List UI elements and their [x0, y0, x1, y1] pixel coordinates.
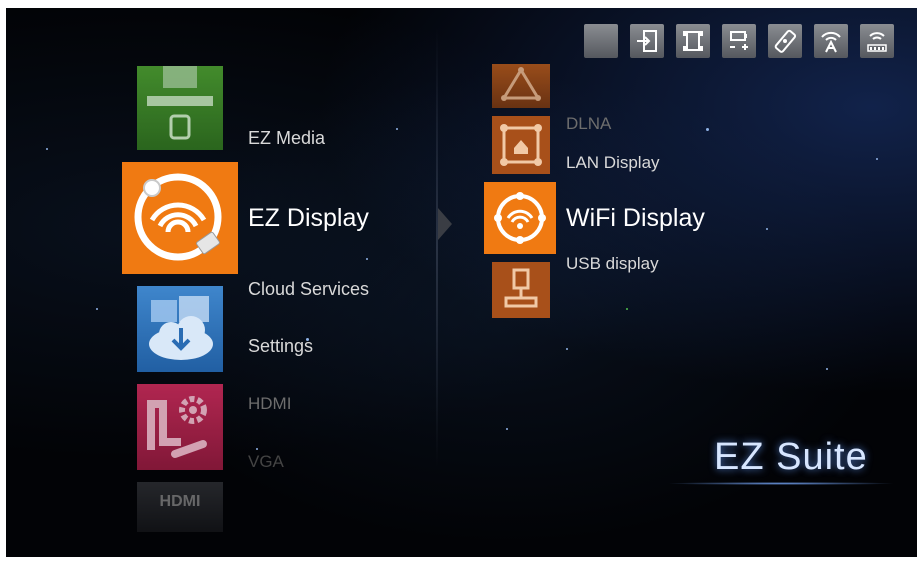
ez-display-wifi-icon [134, 173, 222, 261]
lan-display-icon [500, 124, 542, 166]
blank-icon[interactable] [584, 24, 618, 58]
dlna-tile[interactable] [492, 64, 550, 108]
settings-wrench-icon [147, 396, 207, 458]
menu-item-ez-display[interactable]: EZ Display [248, 204, 369, 233]
star [706, 128, 709, 131]
star [46, 148, 48, 150]
screen: HDMI EZ Media EZ Display Cloud Services … [6, 8, 917, 557]
usb-display-tile[interactable] [492, 262, 550, 318]
star [396, 128, 398, 130]
menu-item-cloud-services[interactable]: Cloud Services [248, 279, 369, 300]
cloud-services-tile[interactable] [137, 286, 223, 372]
star [256, 448, 258, 450]
menu-item-vga[interactable]: VGA [248, 452, 284, 472]
menu-item-lan-display[interactable]: LAN Display [566, 153, 660, 173]
star [826, 368, 828, 370]
cloud-services-icon [149, 296, 213, 360]
hdmi-icon: HDMI [160, 493, 201, 510]
ez-display-tile[interactable] [122, 162, 238, 274]
star [766, 228, 768, 230]
hdmi-tile[interactable]: HDMI [137, 482, 223, 532]
wifi-antenna-icon[interactable] [814, 24, 848, 58]
star [96, 308, 98, 310]
menu-item-hdmi[interactable]: HDMI [248, 394, 291, 414]
lan-display-tile[interactable] [492, 116, 550, 174]
usb-display-icon [504, 268, 538, 308]
menu-item-dlna[interactable]: DLNA [566, 114, 611, 134]
ez-media-tile[interactable] [137, 66, 223, 150]
menu-item-wifi-display[interactable]: WiFi Display [566, 204, 705, 233]
submenu-arrow-icon [438, 208, 452, 240]
network-icon[interactable] [676, 24, 710, 58]
menu-item-ez-media[interactable]: EZ Media [248, 128, 325, 149]
usb-input-icon[interactable] [630, 24, 664, 58]
brand-title: EZ Suite [714, 436, 868, 478]
usb-green-icon [147, 66, 213, 140]
settings-tile[interactable] [137, 384, 223, 470]
menu-divider [436, 28, 438, 468]
star [366, 258, 368, 260]
wifi-display-tile[interactable] [484, 182, 556, 254]
svg-text:HDMI: HDMI [160, 493, 201, 510]
remote-icon[interactable] [768, 24, 802, 58]
star [876, 158, 878, 160]
star [506, 428, 508, 430]
star [566, 348, 568, 350]
star [626, 308, 628, 310]
battery-volume-icon[interactable] [722, 24, 756, 58]
signal-strength-icon[interactable] [860, 24, 894, 58]
wifi-display-icon [494, 192, 546, 244]
menu-item-settings[interactable]: Settings [248, 336, 313, 357]
menu-item-usb-display[interactable]: USB display [566, 254, 659, 274]
brand-glow [666, 482, 896, 485]
dlna-network-icon [501, 67, 541, 101]
